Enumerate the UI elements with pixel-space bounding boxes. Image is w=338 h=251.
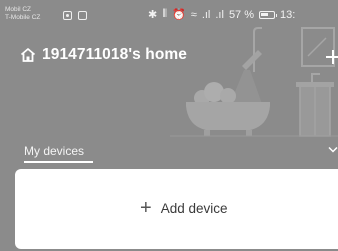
signal-icon-sim1: .ıl	[201, 8, 211, 21]
home-title: 1914711018's home	[42, 46, 187, 63]
add-device-label: Add device	[160, 200, 228, 216]
alarm-icon: ⏰	[172, 9, 186, 21]
home-icon	[20, 48, 36, 62]
carrier-primary: Mobil CZ	[5, 6, 32, 13]
bluetooth-icon: ✱	[148, 9, 158, 21]
vibrate-icon: ⦀	[162, 8, 168, 20]
plus-icon: +	[140, 197, 152, 219]
notification-icons	[63, 11, 87, 20]
tab-my-devices[interactable]: My devices	[24, 144, 84, 158]
tab-active-indicator	[24, 161, 93, 163]
app-notification-icon-2	[78, 11, 87, 20]
chevron-down-icon[interactable]	[328, 146, 338, 154]
add-device-button[interactable]: + Add device	[140, 197, 228, 219]
system-status-icons: ✱ ⦀ ⏰ ≈ .ıl .ıl 57 % 13:	[148, 8, 295, 21]
app-notification-icon	[63, 11, 72, 20]
battery-icon	[259, 10, 278, 19]
status-bar: Mobil CZ T-Mobile CZ ✱ ⦀ ⏰ ≈ .ıl .ıl 57 …	[0, 0, 338, 26]
wifi-icon: ≈	[190, 8, 197, 21]
add-icon[interactable]	[326, 50, 338, 64]
bathroom-illustration	[170, 27, 338, 137]
home-header[interactable]: 1914711018's home	[20, 46, 187, 64]
clock: 13:	[280, 8, 296, 21]
app-screen: Mobil CZ T-Mobile CZ ✱ ⦀ ⏰ ≈ .ıl .ıl 57 …	[0, 0, 338, 251]
carrier-secondary: T-Mobile CZ	[5, 13, 41, 21]
signal-icon-sim2: .ıl	[215, 8, 224, 21]
carrier-info: Mobil CZ T-Mobile CZ	[5, 6, 40, 21]
battery-percent: 57 %	[228, 8, 255, 21]
